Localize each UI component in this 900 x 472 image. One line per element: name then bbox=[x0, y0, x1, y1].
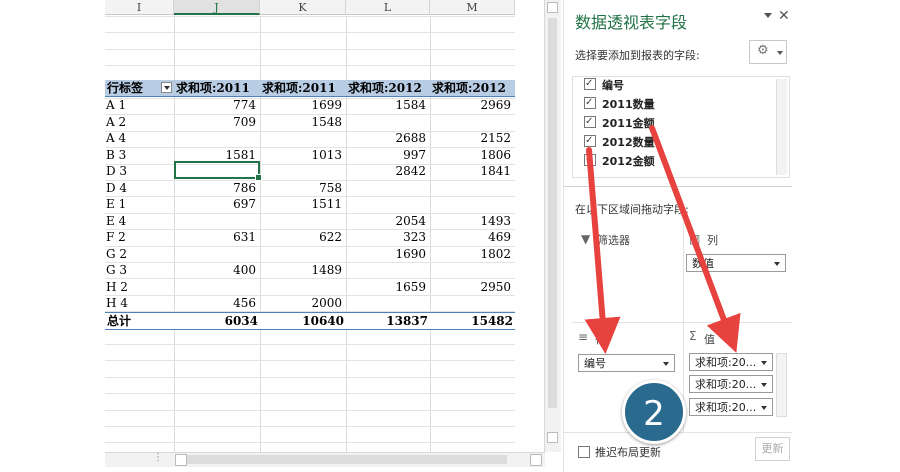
annotation-arrows bbox=[584, 125, 741, 354]
step-badge: 2 bbox=[622, 380, 686, 444]
arrow-to-values-icon bbox=[649, 125, 741, 353]
arrow-to-rows-icon bbox=[584, 147, 621, 354]
